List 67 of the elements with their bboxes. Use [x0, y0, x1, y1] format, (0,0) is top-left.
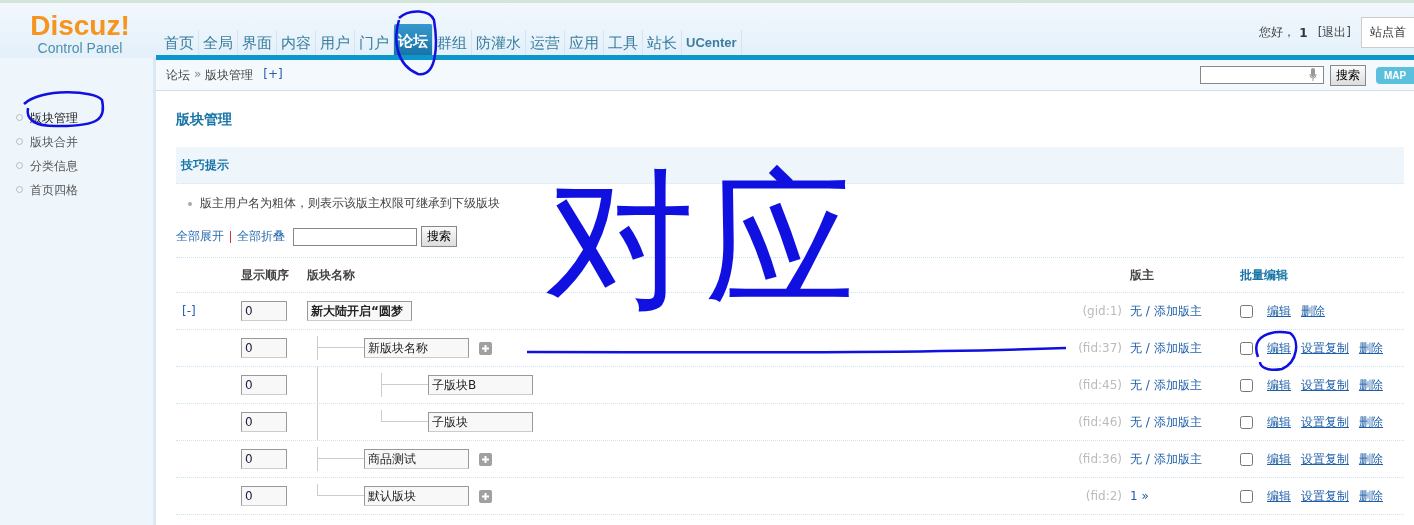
sidebar-item[interactable]: 首页四格: [14, 178, 153, 202]
forum-id: (fid:46): [1078, 415, 1122, 429]
order-input[interactable]: 0: [241, 412, 287, 432]
add-shortcut-link[interactable]: [+]: [263, 66, 283, 84]
column-header: 显示顺序: [241, 267, 289, 282]
logo-subtitle: Control Panel: [37, 39, 123, 56]
moderator-link[interactable]: 1 »: [1130, 489, 1149, 503]
action-link[interactable]: 删除: [1359, 450, 1383, 468]
column-header: 批量编辑: [1240, 266, 1288, 284]
action-link[interactable]: 编辑: [1267, 376, 1291, 394]
order-input[interactable]: 0: [241, 301, 287, 321]
collapse-toggle[interactable]: [-]: [182, 304, 196, 318]
forum-id: (fid:37): [1078, 341, 1122, 355]
forum-name-input[interactable]: 默认版块: [364, 486, 469, 506]
action-link[interactable]: 编辑: [1267, 339, 1291, 357]
breadcrumb-item: 论坛: [166, 66, 190, 84]
action-link[interactable]: 删除: [1359, 413, 1383, 431]
sidebar-item[interactable]: 分类信息: [14, 154, 153, 178]
page-title: 版块管理: [176, 111, 233, 129]
forum-name-input[interactable]: 子版块B: [428, 375, 533, 395]
greeting-text: 您好，: [1259, 24, 1296, 41]
action-link[interactable]: 设置复制: [1301, 376, 1349, 394]
action-link[interactable]: 删除: [1359, 376, 1383, 394]
expand-all-link[interactable]: 全部展开: [176, 228, 224, 245]
action-link[interactable]: 编辑: [1267, 487, 1291, 505]
forum-name-input[interactable]: 新版块名称: [364, 338, 469, 358]
handwritten-note: 对应: [545, 152, 865, 329]
action-link[interactable]: 设置复制: [1301, 413, 1349, 431]
column-header: 版块名称: [307, 266, 355, 284]
forum-name-input[interactable]: 子版块: [428, 412, 533, 432]
forum-id: (gid:1): [1082, 304, 1122, 318]
logout-link[interactable]: [退出]: [1317, 24, 1351, 41]
sidebar-item[interactable]: 版块合并: [14, 130, 153, 154]
order-input[interactable]: 0: [241, 486, 287, 506]
search-button[interactable]: 搜索: [1330, 64, 1366, 86]
order-input[interactable]: 0: [241, 449, 287, 469]
forum-name-input[interactable]: 新大陆开启“圆梦: [307, 301, 412, 321]
action-link[interactable]: 编辑: [1267, 450, 1291, 468]
breadcrumb-item: 版块管理: [205, 66, 254, 84]
action-link[interactable]: 设置复制: [1301, 339, 1349, 357]
forum-id: (fid:36): [1078, 452, 1122, 466]
forum-id: (fid:45): [1078, 378, 1122, 392]
collapse-all-link[interactable]: 全部折叠: [237, 228, 285, 245]
column-header: 版主: [1130, 267, 1154, 282]
order-input[interactable]: 0: [241, 338, 287, 358]
logo-wordmark: Discuz!: [30, 11, 130, 40]
moderator-link[interactable]: 无 / 添加版主: [1130, 340, 1202, 355]
action-link[interactable]: 设置复制: [1301, 487, 1349, 505]
moderator-link[interactable]: 无 / 添加版主: [1130, 303, 1202, 318]
moderator-link[interactable]: 无 / 添加版主: [1130, 414, 1202, 429]
breadcrumb-separator: »: [194, 66, 202, 83]
search-button[interactable]: 搜索: [421, 226, 457, 247]
tip-text: 版主用户名为粗体，则表示该版主权限可继承到下级版块: [200, 195, 500, 212]
action-link[interactable]: 编辑: [1267, 413, 1291, 431]
site-home-button[interactable]: 站点首: [1361, 17, 1414, 48]
action-link[interactable]: 删除: [1359, 487, 1383, 505]
moderator-link[interactable]: 无 / 添加版主: [1130, 377, 1202, 392]
action-link[interactable]: 设置复制: [1301, 450, 1349, 468]
action-link[interactable]: 删除: [1301, 302, 1325, 320]
forum-name-input[interactable]: 商品测试: [364, 449, 469, 469]
action-link[interactable]: 删除: [1359, 339, 1383, 357]
action-link[interactable]: 编辑: [1267, 302, 1291, 320]
user-name: 1: [1299, 25, 1308, 40]
tips-title: 技巧提示: [181, 156, 229, 174]
forum-id: (fid:2): [1085, 489, 1122, 503]
order-input[interactable]: 0: [241, 375, 287, 395]
moderator-link[interactable]: 无 / 添加版主: [1130, 451, 1202, 466]
